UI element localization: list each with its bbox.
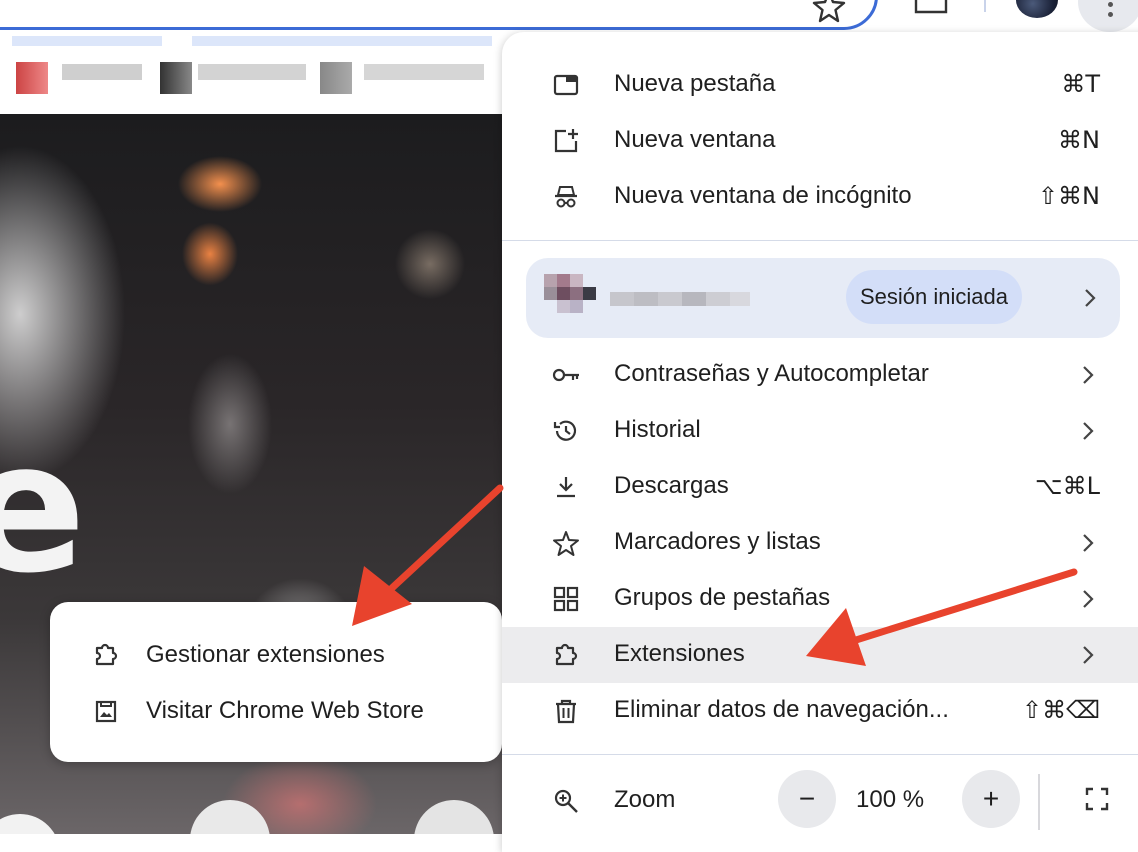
bookmark-item[interactable] — [62, 64, 142, 80]
shortcut-tile[interactable] — [414, 800, 494, 834]
minus-icon: − — [798, 783, 816, 814]
menu-item-label: Marcadores y listas — [614, 528, 821, 555]
menu-item-bookmarks[interactable]: Marcadores y listas — [502, 515, 1138, 571]
menu-item-extensions[interactable]: Extensiones — [502, 627, 1138, 683]
menu-item-label: Historial — [614, 416, 701, 443]
chevron-right-icon — [1080, 419, 1096, 443]
shortcut-tile[interactable] — [0, 814, 60, 834]
web-store-icon — [90, 695, 122, 727]
bookmark-star-icon[interactable] — [812, 0, 846, 24]
menu-item-new-incognito[interactable]: Nueva ventana de incógnito ⇧⌘N — [502, 169, 1138, 225]
manage-extensions-label: Gestionar extensiones — [146, 641, 385, 668]
shortcut-label: ⇧⌘⌫ — [1021, 696, 1100, 724]
shortcut-label: ⌥⌘L — [1034, 472, 1100, 500]
chrome-main-menu: Nueva pestaña ⌘T Nueva ventana ⌘N Nueva … — [502, 32, 1138, 852]
profile-row[interactable]: Sesión iniciada — [526, 258, 1120, 338]
toolbar-separator — [984, 0, 986, 12]
profile-name-redacted — [610, 288, 756, 310]
shortcut-label: ⇧⌘N — [1037, 182, 1100, 210]
puzzle-icon — [550, 639, 582, 671]
history-icon — [550, 415, 582, 447]
bookmarks-bar — [0, 30, 502, 114]
bookmark-item[interactable] — [364, 64, 484, 80]
menu-item-label: Nueva ventana — [614, 126, 776, 153]
incognito-icon — [550, 181, 582, 213]
bookmark-favicon[interactable] — [16, 62, 48, 94]
shortcut-label: ⌘T — [1061, 70, 1100, 98]
fullscreen-button[interactable] — [1068, 770, 1126, 828]
profile-avatar[interactable] — [1016, 0, 1058, 18]
more-menu-button[interactable] — [1078, 0, 1138, 32]
menu-item-tab-groups[interactable]: Grupos de pestañas — [502, 571, 1138, 627]
menu-item-label: Nueva pestaña — [614, 70, 776, 97]
fullscreen-icon — [1083, 785, 1111, 813]
menu-item-new-tab[interactable]: Nueva pestaña ⌘T — [502, 57, 1138, 113]
zoom-label: Zoom — [614, 786, 676, 813]
menu-item-label: Contraseñas y Autocompletar — [614, 360, 929, 387]
puzzle-icon — [90, 639, 122, 671]
zoom-value: 100 % — [856, 786, 925, 813]
new-tab-icon — [550, 69, 582, 101]
extensions-submenu: Gestionar extensiones Visitar Chrome Web… — [50, 602, 502, 762]
menu-item-passwords[interactable]: Contraseñas y Autocompletar — [502, 347, 1138, 403]
shortcut-label: ⌘N — [1058, 126, 1100, 154]
bookmark-favicon[interactable] — [320, 62, 352, 94]
chevron-right-icon — [1080, 531, 1096, 555]
menu-item-label: Grupos de pestañas — [614, 584, 831, 611]
menu-divider — [502, 754, 1138, 755]
trash-icon — [550, 695, 582, 727]
bookmark-favicon[interactable] — [160, 62, 192, 94]
visit-web-store-item[interactable]: Visitar Chrome Web Store — [50, 683, 502, 739]
background-letter-decoration: e — [0, 404, 87, 613]
menu-item-label: Descargas — [614, 472, 729, 499]
menu-divider — [502, 240, 1138, 241]
visit-web-store-label: Visitar Chrome Web Store — [146, 697, 424, 724]
menu-item-clear-browsing-data[interactable]: Eliminar datos de navegación... ⇧⌘⌫ — [502, 683, 1138, 739]
zoom-out-button[interactable]: − — [778, 770, 836, 828]
chevron-right-icon — [1080, 643, 1096, 667]
chevron-right-icon — [1082, 286, 1098, 310]
shortcut-tile[interactable] — [190, 800, 270, 834]
menu-item-label: Extensiones — [614, 640, 745, 667]
download-icon — [550, 471, 582, 503]
manage-extensions-item[interactable]: Gestionar extensiones — [50, 627, 502, 683]
zoom-separator — [1038, 774, 1040, 830]
menu-item-label: Nueva ventana de incógnito — [614, 182, 912, 209]
menu-item-downloads[interactable]: Descargas ⌥⌘L — [502, 459, 1138, 515]
new-window-icon — [550, 125, 582, 157]
plus-icon: + — [982, 783, 1000, 814]
chevron-right-icon — [1080, 587, 1096, 611]
zoom-icon — [550, 785, 582, 817]
profile-avatar — [544, 274, 596, 326]
zoom-in-button[interactable]: + — [962, 770, 1020, 828]
key-icon — [550, 359, 582, 391]
menu-item-new-window[interactable]: Nueva ventana ⌘N — [502, 113, 1138, 169]
address-bar[interactable] — [0, 0, 878, 30]
bookmark-item[interactable] — [198, 64, 306, 80]
toolbar-extensions-icon[interactable] — [912, 0, 950, 16]
chevron-right-icon — [1080, 363, 1096, 387]
tab-groups-icon — [550, 583, 582, 615]
signed-in-badge: Sesión iniciada — [846, 270, 1022, 324]
menu-item-label: Eliminar datos de navegación... — [614, 696, 949, 723]
star-icon — [550, 527, 582, 559]
menu-item-history[interactable]: Historial — [502, 403, 1138, 459]
